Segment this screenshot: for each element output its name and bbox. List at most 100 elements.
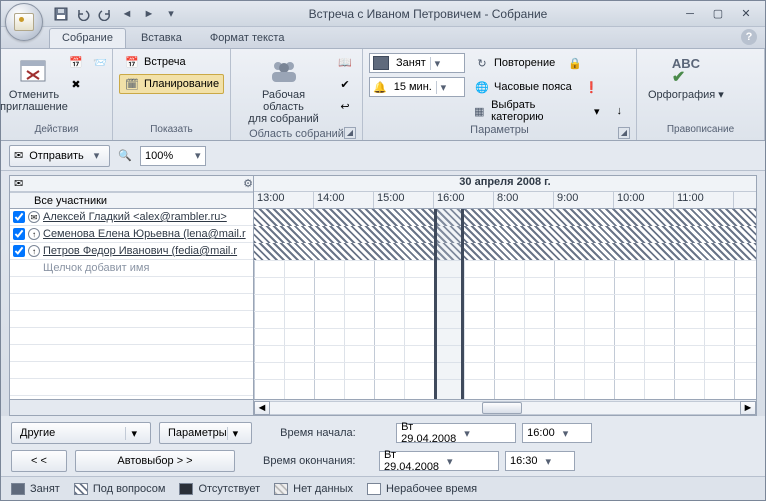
close-button[interactable]: ✕ [735,5,757,23]
date-header: 30 апреля 2008 г. [254,176,756,192]
time-header: 13:00 14:00 15:00 16:00 8:00 9:00 10:00 … [254,192,756,208]
zoom-icon: 🔍 [118,149,132,162]
attendee-row[interactable]: ↑Петров Федор Иванович (fedia@mail.r [10,243,253,260]
legend-oof-icon [179,483,193,495]
legend-free-icon [367,483,381,495]
importance-low-icon[interactable]: ↓ [609,101,631,121]
bell-icon: 🔔 [370,81,390,94]
maximize-button[interactable]: ▢ [707,5,729,23]
forward-icon[interactable]: 📨 [89,52,111,72]
toolbar: ✉ Отправить ▾ 🔍 ▾ [1,141,765,171]
group-options-label: Параметры◢ [369,124,630,140]
category-icon: ▦ [472,103,488,119]
abc-check-icon: ABC✔ [670,55,702,87]
end-time-combo[interactable]: 16:30▾ [505,451,575,471]
start-time-label: Время начала: [280,427,390,439]
group-show-label: Показать [119,124,224,140]
prev-icon[interactable]: ◄ [119,6,135,22]
envelope-icon: ✉ [14,177,23,190]
zoom-input[interactable] [141,147,191,165]
people-icon [268,55,300,87]
group-workspace-label: Область собраний◢ [237,128,356,140]
globe-icon: 🌐 [474,79,490,95]
recurrence-button[interactable]: ↻Повторение [469,53,560,73]
back-button[interactable]: < < [11,450,67,472]
add-attendee-row[interactable]: Щелчок добавит имя [10,260,253,277]
tab-meeting[interactable]: Собрание [49,28,126,48]
group-actions-label: Действия [7,124,106,140]
show-as-combo[interactable]: Занят▾ [369,53,465,73]
recurrence-icon: ↻ [474,55,490,71]
send-icon: ✉ [14,149,23,162]
redo-icon[interactable] [97,6,113,22]
scroll-thumb[interactable] [482,402,522,414]
categorize-button[interactable]: ▦Выбрать категорию▾ [467,101,605,121]
ribbon: Отменить приглашение 📅📨 ✖ Действия 📅Встр… [1,49,765,141]
schedule-grid[interactable] [254,209,756,399]
timezones-button[interactable]: 🌐Часовые пояса [469,77,577,97]
attendee-row[interactable]: ✉Алексей Гладкий <alex@rambler.ru> [10,209,253,226]
cancel-invitation-button[interactable]: Отменить приглашение [7,52,61,116]
legend-nodata-icon [274,483,288,495]
others-button[interactable]: Другие▾ [11,422,151,444]
meeting-workspace-button[interactable]: Рабочая область для собраний [237,52,330,128]
check-names-icon[interactable]: ✔ [334,74,356,94]
start-date-combo[interactable]: Вт 29.04.2008▾ [396,423,516,443]
dialog-launcher-icon[interactable]: ◢ [618,127,630,139]
tab-format[interactable]: Формат текста [197,28,298,48]
legend: Занят Под вопросом Отсутствует Нет данны… [1,476,765,500]
attendee-checkbox[interactable] [13,211,25,223]
all-attendees-header: Все участники [10,192,253,208]
selection-bar[interactable] [434,209,464,399]
save-icon[interactable] [53,6,69,22]
end-date-combo[interactable]: Вт 29.04.2008▾ [379,451,499,471]
minimize-button[interactable]: ─ [679,5,701,23]
dialog-launcher-icon[interactable]: ◢ [344,127,356,139]
reminder-combo[interactable]: 🔔15 мин.▾ [369,77,465,97]
quick-access-toolbar: ◄ ► ▾ [47,6,185,22]
lock-icon[interactable]: 🔒 [564,53,586,73]
appointment-button[interactable]: 📅Встреча [119,52,191,72]
scheduler: ✉ ⚙ Все участники 30 апреля 2008 г. 13:00… [9,175,757,416]
meeting-window: ◄ ► ▾ Встреча с Иваном Петровичем - Собр… [0,0,766,501]
options-icon[interactable]: ⚙ [243,177,253,190]
undo-icon[interactable] [75,6,91,22]
scheduling-icon: 🗓 [124,76,140,92]
busy-swatch-icon [373,56,389,70]
tab-insert[interactable]: Вставка [128,28,195,48]
scheduling-button[interactable]: 🗓Планирование [119,74,224,94]
legend-tentative-icon [74,483,88,495]
autopick-button[interactable]: Автовыбор > > [75,450,235,472]
start-time-combo[interactable]: 16:00▾ [522,423,592,443]
bottom-panel: Другие▾ Параметры▾ Время начала: Вт 29.0… [1,416,765,476]
send-button[interactable]: ✉ Отправить ▾ [9,145,110,167]
scroll-right-icon[interactable]: ► [740,401,756,415]
ribbon-tabs: Собрание Вставка Формат текста ? [1,27,765,49]
params-button[interactable]: Параметры▾ [159,422,252,444]
attendee-row[interactable]: ↑Семенова Елена Юрьевна (lena@mail.r [10,226,253,243]
delete-icon[interactable]: ✖ [65,74,87,94]
qat-more-icon[interactable]: ▾ [163,6,179,22]
required-icon: ↑ [28,245,40,257]
help-icon[interactable]: ? [741,29,757,45]
zoom-combo[interactable]: ▾ [140,146,206,166]
response-icon[interactable]: ↩ [334,96,356,116]
importance-high-icon[interactable]: ❗ [581,77,603,97]
titlebar: ◄ ► ▾ Встреча с Иваном Петровичем - Собр… [1,1,765,27]
attendee-checkbox[interactable] [13,228,25,240]
address-book-icon[interactable]: 📖 [334,52,356,72]
window-title: Встреча с Иваном Петровичем - Собрание [185,7,671,21]
attendee-checkbox[interactable] [13,245,25,257]
horizontal-scrollbar[interactable]: ◄ ► [10,399,756,415]
calendar-cancel-icon [18,55,50,87]
spelling-button[interactable]: ABC✔ Орфография ▾ [643,52,729,104]
next-icon[interactable]: ► [141,6,157,22]
attendee-list: ✉Алексей Гладкий <alex@rambler.ru> ↑Семе… [10,209,254,399]
scroll-left-icon[interactable]: ◄ [254,401,270,415]
organizer-icon: ✉ [28,211,40,223]
legend-busy-icon [11,483,25,495]
calendar-icon[interactable]: 📅 [65,52,87,72]
office-button[interactable] [5,3,43,41]
calendar-icon: 📅 [124,54,140,70]
required-icon: ↑ [28,228,40,240]
